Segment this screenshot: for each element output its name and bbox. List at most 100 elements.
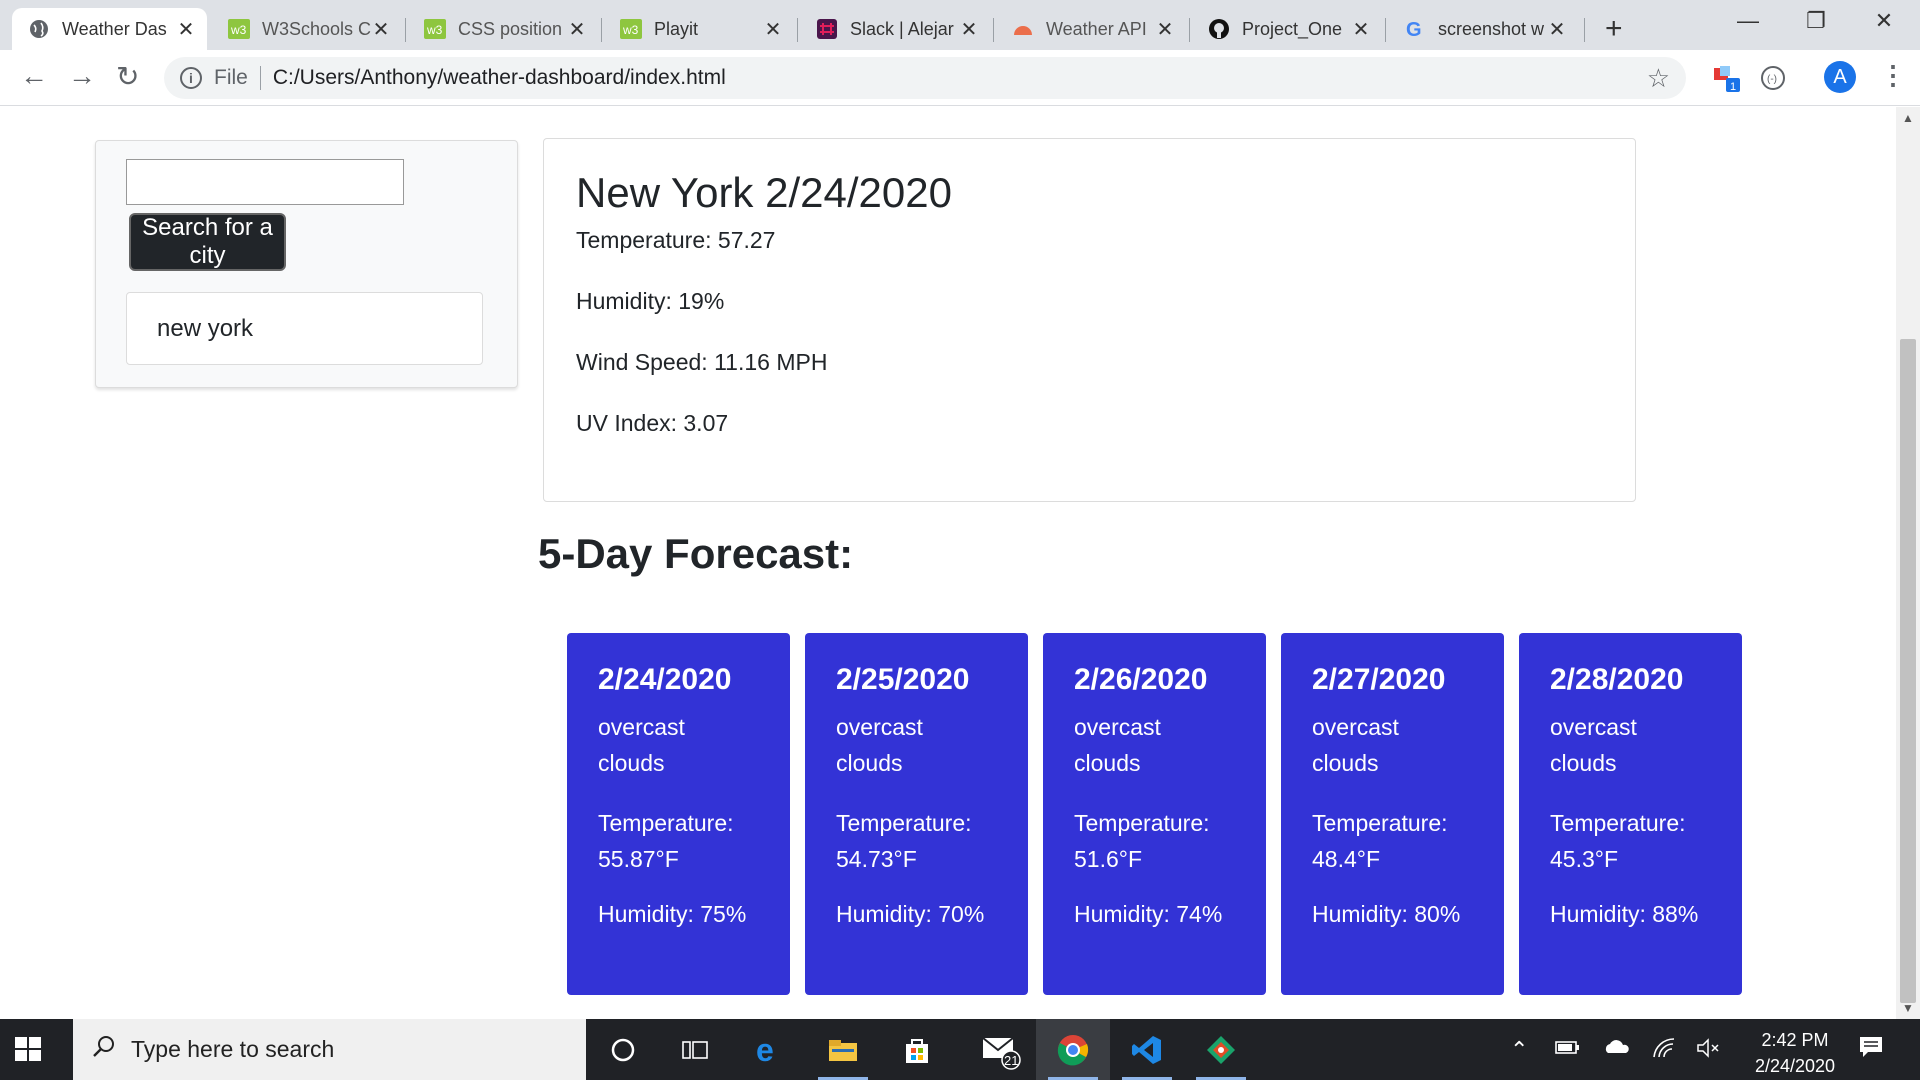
tab-weather-dashboard[interactable]: Weather Das ✕ <box>12 8 207 50</box>
temperature-label: Temperature: <box>1312 810 1448 836</box>
current-weather-card: New York 2/24/2020 Temperature: 57.27 Hu… <box>543 138 1636 502</box>
svg-text:w3: w3 <box>426 23 443 37</box>
temperature-value: 54.73°F <box>836 846 917 872</box>
windows-start-icon[interactable] <box>14 1035 58 1065</box>
close-tab-icon[interactable]: ✕ <box>372 17 390 42</box>
city-search-input[interactable] <box>126 159 404 205</box>
forecast-humidity: Humidity: 88% <box>1550 901 1699 927</box>
tab-w3schools[interactable]: w3 W3Schools C ✕ <box>212 8 402 50</box>
tab-css-position[interactable]: w3 CSS position ✕ <box>408 8 598 50</box>
taskbar-search-box[interactable]: Type here to search <box>73 1019 586 1080</box>
close-tab-icon[interactable]: ✕ <box>764 17 782 42</box>
git-kraken-icon[interactable] <box>1184 1019 1258 1080</box>
close-tab-icon[interactable]: ✕ <box>960 17 978 42</box>
forecast-description: overcast clouds <box>836 714 923 776</box>
page-viewport: Search for a city new york New York 2/24… <box>0 107 1896 1019</box>
close-tab-icon[interactable]: ✕ <box>568 17 586 42</box>
forecast-temperature: Temperature: 51.6°F <box>1074 805 1235 877</box>
tab-project-one[interactable]: Project_One ✕ <box>1192 8 1382 50</box>
close-tab-icon[interactable]: ✕ <box>1352 17 1370 42</box>
back-button[interactable]: ← <box>20 60 48 92</box>
forecast-description: overcast clouds <box>598 714 685 776</box>
forward-button[interactable]: → <box>68 60 96 92</box>
forecast-description: overcast clouds <box>1312 714 1399 776</box>
temperature-label: Temperature: <box>836 810 972 836</box>
svg-text:G: G <box>1406 19 1422 39</box>
info-icon[interactable]: i <box>180 67 202 89</box>
openweather-icon <box>1012 18 1034 40</box>
w3schools-icon: w3 <box>228 18 250 40</box>
store-icon[interactable] <box>880 1019 954 1080</box>
forecast-humidity: Humidity: 80% <box>1312 901 1461 927</box>
close-window-button[interactable]: ✕ <box>1854 8 1914 34</box>
battery-icon[interactable] <box>1554 1037 1580 1063</box>
extension-icon-2[interactable]: (-) <box>1760 65 1786 96</box>
windows-taskbar: Type here to search e 21 ⌃ 2:42 PM 2/24/… <box>0 1019 1920 1080</box>
tab-title: Weather API <box>1046 18 1147 39</box>
close-tab-icon[interactable]: ✕ <box>177 17 195 42</box>
wifi-icon[interactable] <box>1652 1037 1676 1065</box>
reload-button[interactable]: ↻ <box>116 60 139 93</box>
url-text[interactable]: C:/Users/Anthony/weather-dashboard/index… <box>273 66 726 90</box>
tab-separator <box>1584 18 1585 42</box>
scroll-thumb[interactable] <box>1900 339 1916 1003</box>
tab-weather-api[interactable]: Weather API ✕ <box>996 8 1186 50</box>
close-tab-icon[interactable]: ✕ <box>1156 17 1174 42</box>
chrome-icon[interactable] <box>1036 1019 1110 1080</box>
svg-text:(-): (-) <box>1767 74 1777 85</box>
forecast-card: 2/26/2020 overcast clouds Temperature: 51… <box>1043 633 1266 995</box>
browser-tab-bar: Weather Das ✕ w3 W3Schools C ✕ w3 CSS po… <box>0 0 1920 50</box>
cortana-icon[interactable] <box>586 1019 660 1080</box>
address-bar[interactable]: i File C:/Users/Anthony/weather-dashboar… <box>164 57 1686 99</box>
task-view-icon[interactable] <box>658 1019 732 1080</box>
temperature-value: 48.4°F <box>1312 846 1381 872</box>
temperature-value: 51.6°F <box>1074 846 1143 872</box>
show-hidden-icons-chevron-icon[interactable]: ⌃ <box>1510 1037 1528 1063</box>
volume-muted-icon[interactable] <box>1696 1037 1722 1065</box>
scheme-label: File <box>214 66 248 89</box>
forecast-description: overcast clouds <box>1550 714 1637 776</box>
tab-screenshot[interactable]: G screenshot w ✕ <box>1388 8 1578 50</box>
scroll-up-arrow-icon[interactable]: ▲ <box>1896 111 1920 125</box>
extension-icon[interactable]: 1 <box>1712 64 1744 99</box>
page-scrollbar[interactable]: ▲ ▼ <box>1896 107 1920 1019</box>
tab-title: screenshot w <box>1438 18 1545 39</box>
file-explorer-icon[interactable] <box>806 1019 880 1080</box>
forecast-temperature: Temperature: 55.87°F <box>598 805 759 877</box>
github-icon <box>1208 18 1230 40</box>
new-tab-button[interactable]: + <box>1605 12 1623 46</box>
minimize-button[interactable]: — <box>1718 8 1778 34</box>
search-panel: Search for a city new york <box>95 140 518 388</box>
scroll-down-arrow-icon[interactable]: ▼ <box>1896 1001 1920 1015</box>
tab-separator <box>1385 18 1386 42</box>
extension-badge: 1 <box>1730 81 1736 93</box>
close-tab-icon[interactable]: ✕ <box>1548 17 1566 42</box>
tab-slack[interactable]: Slack | Alejar ✕ <box>800 8 990 50</box>
slack-icon <box>816 18 838 40</box>
w3schools-icon: w3 <box>424 18 446 40</box>
system-clock[interactable]: 2:42 PM 2/24/2020 <box>1740 1027 1850 1079</box>
profile-avatar[interactable]: A <box>1824 61 1856 93</box>
tab-playit[interactable]: w3 Playit ✕ <box>604 8 794 50</box>
forecast-card: 2/28/2020 overcast clouds Temperature: 45… <box>1519 633 1742 995</box>
temperature-label: Temperature: <box>1550 810 1686 836</box>
forecast-temperature: Temperature: 54.73°F <box>836 805 997 877</box>
forecast-date: 2/25/2020 <box>836 663 970 696</box>
menu-kebab-icon[interactable]: ⋮ <box>1880 60 1906 91</box>
bookmark-star-icon[interactable]: ☆ <box>1647 63 1670 94</box>
search-history-item[interactable]: new york <box>126 292 483 365</box>
tab-separator <box>601 18 602 42</box>
temperature-label: Temperature: <box>598 810 734 836</box>
tab-separator <box>993 18 994 42</box>
action-center-icon[interactable] <box>1858 1035 1884 1065</box>
search-city-button[interactable]: Search for a city <box>129 213 286 271</box>
mail-icon[interactable]: 21 <box>964 1019 1038 1080</box>
restore-button[interactable]: ❐ <box>1786 8 1846 34</box>
vscode-icon[interactable] <box>1110 1019 1184 1080</box>
forecast-temperature: Temperature: 48.4°F <box>1312 805 1473 877</box>
taskbar-search-placeholder: Type here to search <box>131 1036 335 1062</box>
current-city-date: New York 2/24/2020 <box>576 169 952 216</box>
onedrive-icon[interactable] <box>1602 1037 1630 1063</box>
edge-icon[interactable]: e <box>732 1019 806 1080</box>
forecast-date: 2/24/2020 <box>598 663 732 696</box>
